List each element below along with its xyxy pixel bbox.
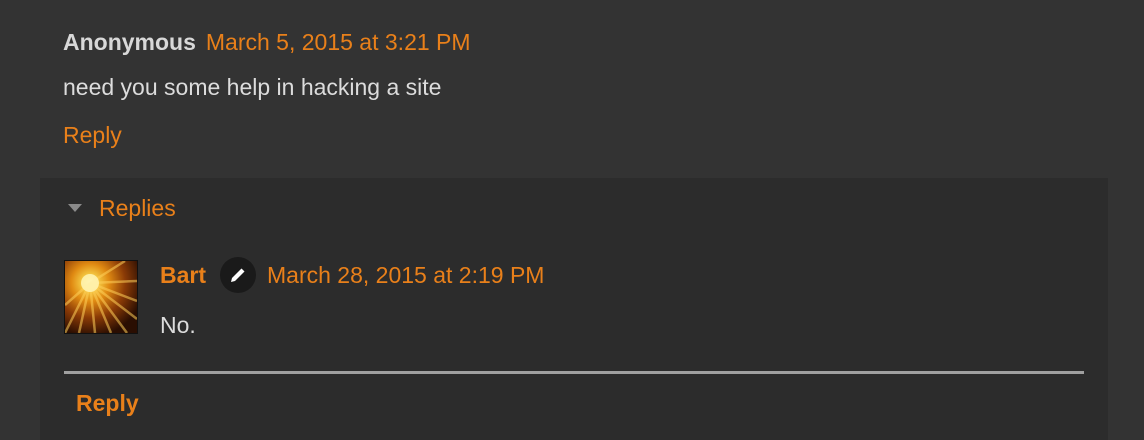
reply-timestamp-link[interactable]: March 28, 2015 at 2:19 PM: [267, 262, 544, 289]
comment-header: Anonymous March 5, 2015 at 3:21 PM: [63, 24, 471, 60]
caret-down-icon: [68, 204, 82, 212]
pencil-icon: [220, 257, 257, 293]
reply-body: No.: [160, 312, 196, 338]
comment-body: need you some help in hacking a site: [63, 74, 442, 100]
comment: Anonymous March 5, 2015 at 3:21 PM need …: [63, 24, 471, 149]
replies-toggle-label: Replies: [99, 194, 176, 221]
reply-link[interactable]: Reply: [63, 122, 122, 149]
comment-author: Anonymous: [63, 28, 196, 55]
avatar[interactable]: [64, 260, 138, 334]
avatar-image: [65, 261, 137, 333]
replies-thread: Replies Bart March 28, 2015 at 2:19 PM N…: [40, 178, 1108, 440]
reply-button[interactable]: Reply: [76, 390, 139, 417]
reply-author-link[interactable]: Bart: [160, 262, 206, 289]
reply-header: Bart March 28, 2015 at 2:19 PM: [160, 256, 544, 294]
comment-timestamp-link[interactable]: March 5, 2015 at 3:21 PM: [206, 29, 471, 56]
replies-toggle[interactable]: Replies: [68, 192, 176, 224]
divider: [64, 371, 1084, 374]
comment-thread: Anonymous March 5, 2015 at 3:21 PM need …: [0, 0, 1144, 440]
